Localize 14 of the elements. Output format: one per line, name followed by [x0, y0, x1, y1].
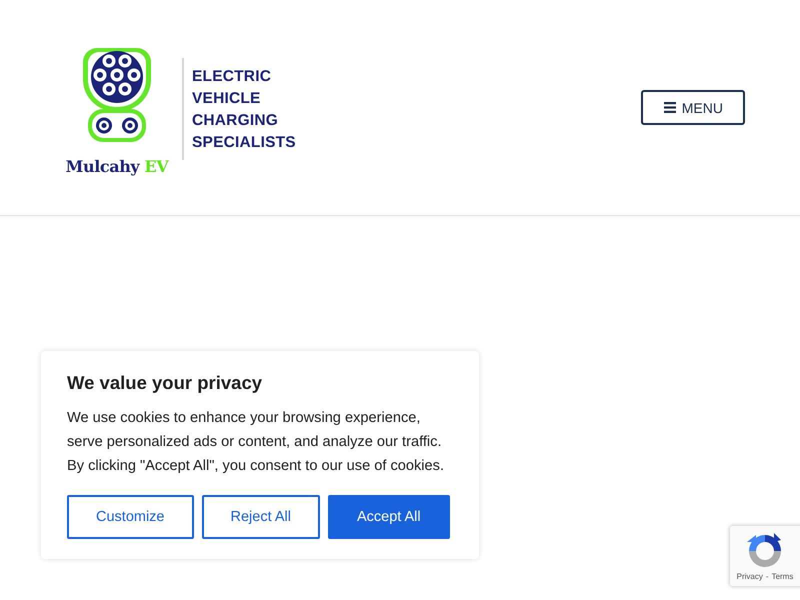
- circular-arrows-icon: [747, 533, 783, 569]
- brand-name: Mulcahy EV: [66, 156, 168, 176]
- consent-button[interactable]: Accept All: [328, 495, 450, 539]
- banner-text: We use cookies to enhance your browsing experience, serve personalized ads or content, and analyze our traffic. By clicking "Accept All", you consent to our use of cookies.: [67, 409, 446, 476]
- terms-link[interactable]: Terms: [772, 572, 794, 582]
- consent-button[interactable]: Reject All: [202, 495, 320, 539]
- banner-title: We value your privacy: [67, 371, 264, 395]
- privacy-link[interactable]: Privacy: [736, 572, 763, 582]
- charger-plug-icon: [83, 46, 151, 142]
- menu-icon: [664, 102, 676, 113]
- link-separator: -: [766, 572, 769, 582]
- consent-button[interactable]: Customize: [67, 495, 194, 539]
- logo-tagline: ELECTRIC VEHICLE CHARGING SPECIALISTS: [192, 66, 296, 152]
- menu-button[interactable]: MENU: [640, 90, 745, 125]
